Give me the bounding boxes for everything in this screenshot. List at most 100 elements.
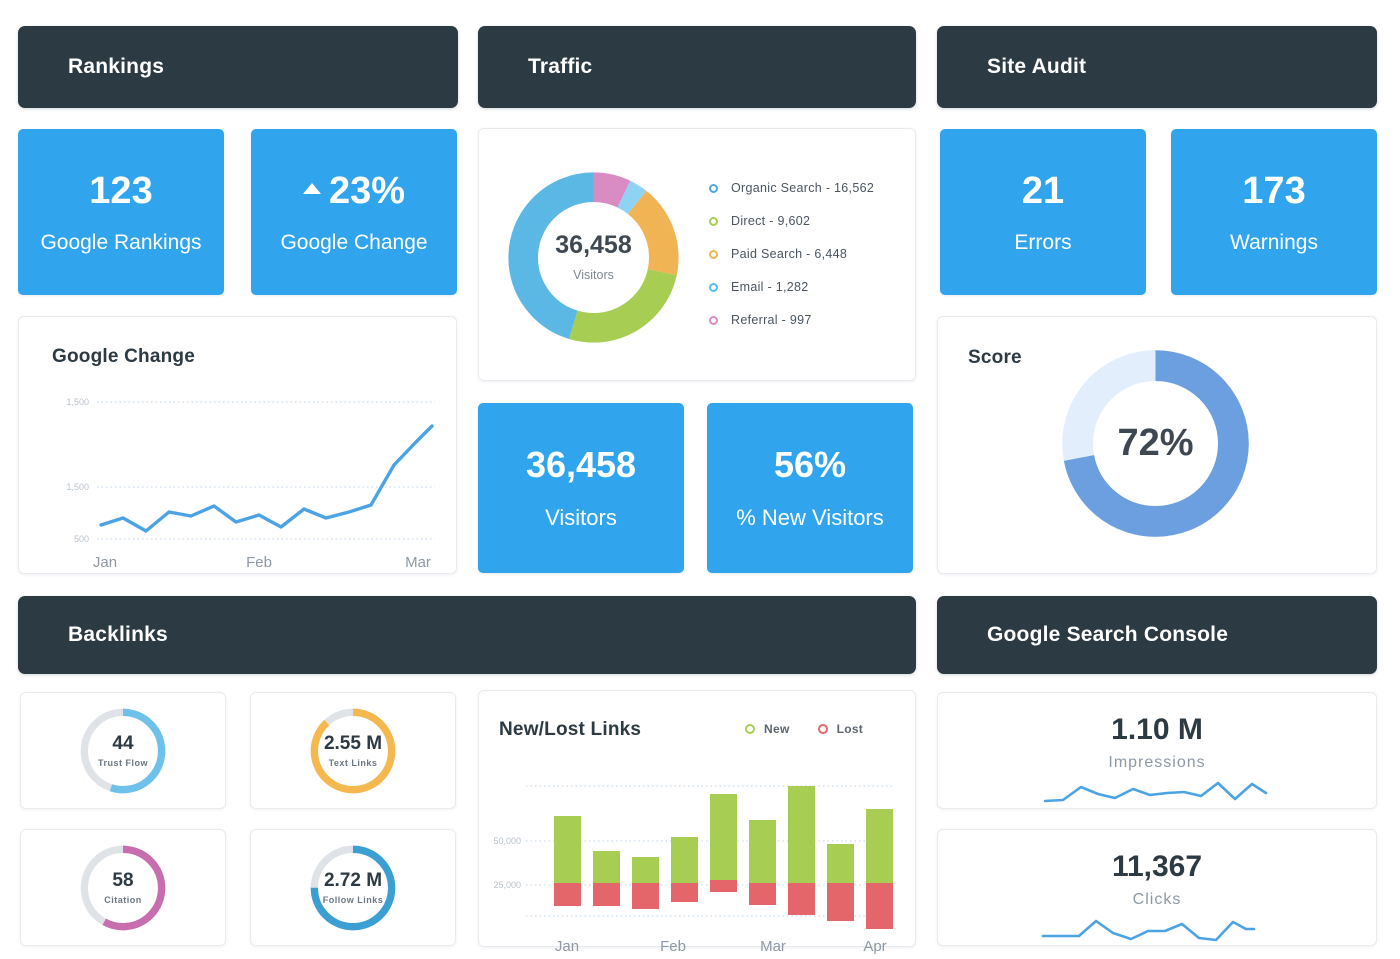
score-value: 72% bbox=[1117, 422, 1194, 464]
legend-ring-icon bbox=[709, 183, 718, 193]
bar-lost[interactable] bbox=[827, 883, 854, 921]
bar-lost[interactable] bbox=[788, 883, 815, 915]
google-change-chart-card: Google Change 1,500 1,500 500 Jan Feb Ma… bbox=[18, 316, 457, 574]
legend-item-new[interactable]: New bbox=[745, 722, 790, 736]
section-header-backlinks: Backlinks bbox=[18, 596, 916, 674]
gauge-card-text-links[interactable]: 2.55 M Text Links bbox=[250, 692, 456, 809]
legend-item-direct[interactable]: Direct - 9,602 bbox=[709, 214, 874, 228]
bar-new[interactable] bbox=[788, 786, 815, 883]
legend-label: Referral - 997 bbox=[731, 313, 812, 327]
legend-label: Paid Search - 6,448 bbox=[731, 247, 848, 261]
gsc-clicks-label: Clicks bbox=[1132, 891, 1182, 908]
google-change-line bbox=[99, 424, 434, 533]
gauge-text-links-svg bbox=[310, 708, 396, 793]
kpi-google-rankings[interactable]: 123 Google Rankings bbox=[18, 129, 224, 295]
gauge-follow-links: 2.72 M Follow Links bbox=[307, 842, 399, 934]
legend-item-lost[interactable]: Lost bbox=[817, 722, 864, 736]
legend-label: Organic Search - 16,562 bbox=[731, 181, 875, 195]
bar-new[interactable] bbox=[554, 816, 581, 883]
gauge-citation: 58 Citation bbox=[77, 842, 169, 934]
seo-dashboard: Rankings Traffic Site Audit Backlinks Go… bbox=[0, 0, 1400, 959]
section-title-rankings: Rankings bbox=[68, 55, 165, 78]
gsc-impressions-label: Impressions bbox=[1108, 754, 1206, 771]
traffic-donut-center: 36,458 Visitors bbox=[501, 165, 686, 350]
site-audit-score-card: Score 72% bbox=[937, 316, 1377, 574]
gauge-card-follow-links[interactable]: 2.72 M Follow Links bbox=[250, 829, 456, 946]
gsc-card-clicks[interactable]: 11,367 Clicks bbox=[937, 829, 1377, 946]
bar-new[interactable] bbox=[749, 820, 776, 883]
gsc-card-impressions[interactable]: 1.10 M Impressions bbox=[937, 692, 1377, 809]
kpi-google-change[interactable]: 23% Google Change bbox=[251, 129, 457, 295]
impressions-sparkline-svg bbox=[1043, 781, 1268, 803]
bar-lost[interactable] bbox=[866, 883, 893, 929]
y-tick-1: 1,500 bbox=[66, 482, 89, 492]
legend-item-email[interactable]: Email - 1,282 bbox=[709, 280, 874, 294]
bar-lost[interactable] bbox=[671, 883, 698, 902]
kpi-visitors[interactable]: 36,458 Visitors bbox=[478, 403, 684, 573]
new-lost-links-legend: New Lost bbox=[745, 722, 863, 736]
legend-ring-icon bbox=[709, 315, 718, 325]
traffic-donut-center-value: 36,458 bbox=[555, 231, 632, 259]
section-header-site-audit: Site Audit bbox=[937, 26, 1377, 108]
kpi-warnings-label: Warnings bbox=[1230, 230, 1318, 254]
bars-lost bbox=[554, 880, 893, 929]
clicks-sparkline bbox=[1041, 919, 1256, 942]
bar-lost[interactable] bbox=[710, 880, 737, 892]
score-chart-title: Score bbox=[968, 347, 1022, 368]
bar-x-tick-apr: Apr bbox=[863, 938, 886, 955]
traffic-donut-card: 36,458 Visitors Organic Search - 16,562 … bbox=[478, 128, 916, 381]
section-title-gsc: Google Search Console bbox=[987, 623, 1229, 646]
bar-new[interactable] bbox=[671, 837, 698, 883]
legend-ring-icon bbox=[709, 249, 718, 259]
gauge-card-trust-flow[interactable]: 44 Trust Flow bbox=[20, 692, 226, 809]
legend-label: New bbox=[764, 722, 790, 736]
kpi-warnings[interactable]: 173 Warnings bbox=[1171, 129, 1377, 295]
bar-new[interactable] bbox=[593, 851, 620, 883]
bar-lost[interactable] bbox=[593, 883, 620, 906]
bar-new[interactable] bbox=[710, 794, 737, 880]
gauge-card-citation[interactable]: 58 Citation bbox=[20, 829, 226, 946]
kpi-google-change-label: Google Change bbox=[280, 230, 428, 254]
y-tick-2: 500 bbox=[74, 534, 89, 544]
legend-item-paid-search[interactable]: Paid Search - 6,448 bbox=[709, 247, 874, 261]
bar-new[interactable] bbox=[866, 809, 893, 883]
kpi-errors[interactable]: 21 Errors bbox=[940, 129, 1146, 295]
kpi-google-rankings-value: 123 bbox=[89, 169, 153, 212]
x-tick-mar: Mar bbox=[405, 554, 431, 571]
kpi-new-visitors-label: % New Visitors bbox=[736, 505, 884, 530]
section-title-backlinks: Backlinks bbox=[68, 623, 168, 646]
legend-label: Direct - 9,602 bbox=[731, 214, 811, 228]
legend-item-organic-search[interactable]: Organic Search - 16,562 bbox=[709, 181, 874, 195]
bar-lost[interactable] bbox=[632, 883, 659, 909]
bar-lost[interactable] bbox=[749, 883, 776, 905]
bar-x-tick-mar: Mar bbox=[760, 938, 786, 955]
legend-ring-icon bbox=[817, 724, 828, 734]
legend-ring-icon bbox=[709, 216, 718, 226]
google-change-chart-title: Google Change bbox=[52, 346, 195, 367]
kpi-google-rankings-label: Google Rankings bbox=[40, 230, 202, 254]
gsc-clicks-value: 11,367 bbox=[1111, 850, 1203, 883]
kpi-errors-label: Errors bbox=[1014, 230, 1072, 254]
traffic-donut-legend: Organic Search - 16,562 Direct - 9,602 P… bbox=[709, 181, 874, 327]
legend-ring-icon bbox=[745, 724, 755, 734]
kpi-errors-value: 21 bbox=[1021, 169, 1065, 212]
new-lost-links-title: New/Lost Links bbox=[499, 719, 642, 740]
gauge-text-links: 2.55 M Text Links bbox=[307, 705, 399, 797]
trend-up-icon bbox=[302, 183, 321, 194]
bar-new[interactable] bbox=[632, 857, 659, 883]
legend-item-referral[interactable]: Referral - 997 bbox=[709, 313, 874, 327]
kpi-warnings-value: 173 bbox=[1242, 169, 1306, 212]
kpi-new-visitors-value: 56% bbox=[773, 444, 847, 485]
kpi-new-visitors[interactable]: 56% % New Visitors bbox=[707, 403, 913, 573]
bar-new[interactable] bbox=[827, 844, 854, 883]
section-header-gsc: Google Search Console bbox=[937, 596, 1377, 674]
x-tick-feb: Feb bbox=[246, 554, 272, 571]
new-lost-links-card: New/Lost Links New Lost 50,000 25,000 Ja… bbox=[478, 690, 916, 955]
kpi-visitors-label: Visitors bbox=[545, 505, 617, 530]
bar-lost[interactable] bbox=[554, 883, 581, 906]
gauge-trust-flow: 44 Trust Flow bbox=[77, 705, 169, 797]
clicks-sparkline-svg bbox=[1041, 919, 1256, 942]
y-tick-0: 1,500 bbox=[66, 397, 89, 407]
bar-y-tick-1: 25,000 bbox=[493, 880, 521, 890]
x-tick-jan: Jan bbox=[93, 554, 117, 571]
